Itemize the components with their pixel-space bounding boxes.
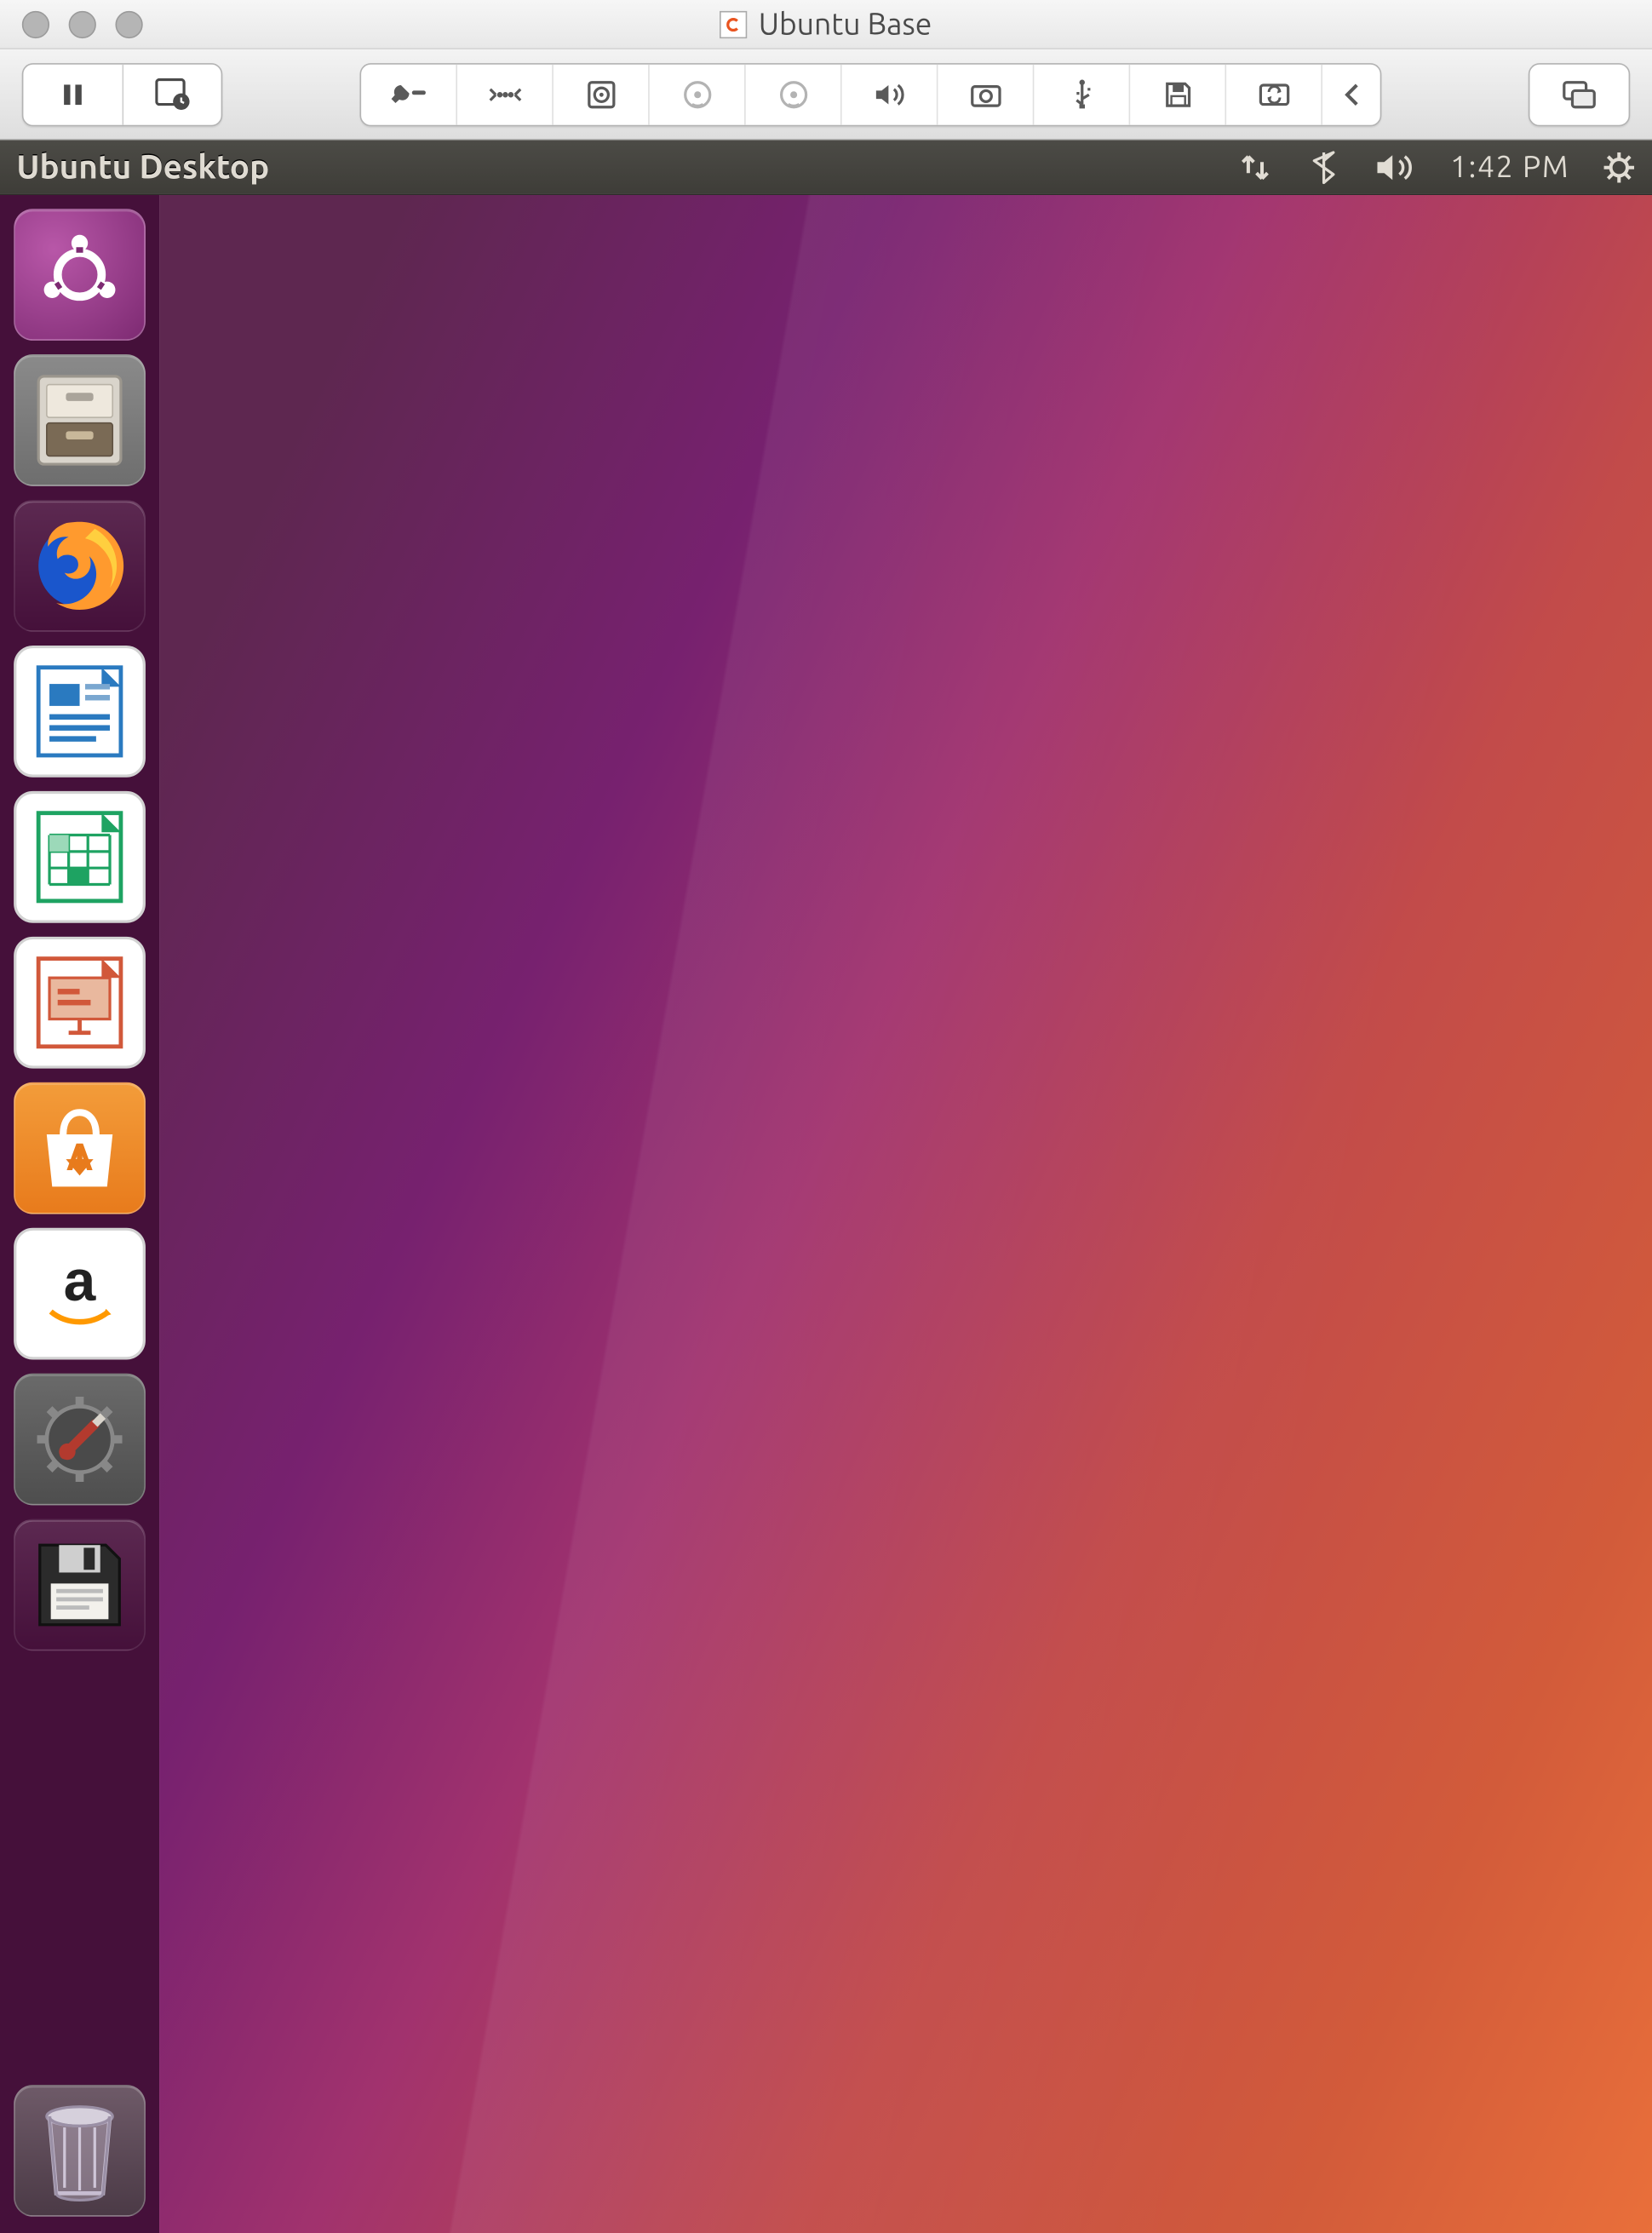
chevron-left-icon bbox=[1342, 82, 1362, 106]
vm-toolbar bbox=[0, 49, 1652, 140]
session-indicator[interactable] bbox=[1600, 147, 1638, 186]
indicator-area: 1:42 PM bbox=[1236, 147, 1638, 186]
vm-title-text: Ubuntu Base bbox=[759, 7, 932, 41]
bluetooth-indicator[interactable] bbox=[1305, 147, 1343, 186]
sound-icon bbox=[873, 80, 906, 107]
launcher-software[interactable]: A bbox=[14, 1082, 146, 1214]
window-controls bbox=[0, 10, 143, 37]
cd-icon bbox=[682, 79, 712, 109]
launcher-floppy[interactable] bbox=[14, 1519, 146, 1651]
writer-icon bbox=[25, 657, 135, 766]
clock-indicator[interactable]: 1:42 PM bbox=[1450, 150, 1569, 184]
vm-cd2-button[interactable] bbox=[746, 64, 842, 124]
wrench-icon bbox=[389, 79, 427, 109]
network-indicator[interactable] bbox=[1236, 147, 1274, 186]
unity-launcher: A a bbox=[0, 195, 159, 2233]
vm-collapse-button[interactable] bbox=[1322, 64, 1380, 124]
desktop-wallpaper[interactable] bbox=[159, 195, 1652, 2233]
ubuntu-top-panel: Ubuntu Desktop 1:42 PM bbox=[0, 140, 1652, 195]
launcher-calc[interactable] bbox=[14, 791, 146, 923]
network-icon bbox=[487, 80, 523, 107]
vm-window-title: Ubuntu Base bbox=[0, 7, 1652, 41]
calc-icon bbox=[25, 802, 135, 912]
harddisk-icon bbox=[586, 79, 616, 109]
snapshot-vm-button[interactable] bbox=[123, 64, 221, 124]
vm-settings-button[interactable] bbox=[361, 64, 457, 124]
launcher-dash[interactable] bbox=[14, 209, 146, 341]
shopping-bag-icon: A bbox=[30, 1099, 129, 1197]
ubuntu-logo-icon bbox=[32, 227, 128, 323]
vm-titlebar: Ubuntu Base bbox=[0, 0, 1652, 49]
firefox-icon bbox=[23, 509, 135, 622]
trash-icon bbox=[34, 2097, 124, 2204]
launcher-amazon[interactable]: a bbox=[14, 1228, 146, 1360]
vm-sound-button[interactable] bbox=[842, 64, 938, 124]
minimize-window-icon[interactable] bbox=[69, 10, 96, 37]
launcher-impress[interactable] bbox=[14, 937, 146, 1069]
guest-desktop: A a bbox=[0, 195, 1652, 2233]
vm-network-button[interactable] bbox=[457, 64, 554, 124]
settings-icon bbox=[26, 1386, 134, 1493]
amazon-icon: a bbox=[32, 1246, 128, 1342]
launcher-firefox[interactable] bbox=[14, 500, 146, 632]
camera-icon bbox=[969, 80, 1002, 107]
cd-icon bbox=[778, 79, 808, 109]
gear-icon bbox=[1601, 149, 1637, 185]
vm-fullscreen-button[interactable] bbox=[1529, 64, 1628, 124]
sync-icon bbox=[1257, 80, 1290, 107]
pause-icon bbox=[58, 79, 88, 109]
vm-harddisk-button[interactable] bbox=[554, 64, 650, 124]
snapshot-icon bbox=[154, 77, 190, 111]
sound-indicator[interactable] bbox=[1374, 147, 1420, 186]
svg-text:a: a bbox=[64, 1249, 97, 1313]
file-cabinet-icon bbox=[27, 368, 132, 473]
vm-usb-button[interactable] bbox=[1034, 64, 1130, 124]
launcher-writer[interactable] bbox=[14, 646, 146, 778]
vm-camera-button[interactable] bbox=[938, 64, 1034, 124]
volume-icon bbox=[1374, 151, 1419, 184]
launcher-files[interactable] bbox=[14, 354, 146, 486]
launcher-trash[interactable] bbox=[14, 2085, 146, 2217]
close-window-icon[interactable] bbox=[22, 10, 49, 37]
active-window-title: Ubuntu Desktop bbox=[16, 148, 269, 186]
vm-view-controls bbox=[1529, 62, 1630, 125]
floppy-disk-icon bbox=[29, 1534, 130, 1635]
launcher-settings[interactable] bbox=[14, 1374, 146, 1506]
vm-floppy-button[interactable] bbox=[1130, 64, 1226, 124]
fullscreen-icon bbox=[1562, 79, 1598, 109]
vm-device-toolbar bbox=[360, 62, 1382, 125]
vm-control-group bbox=[22, 62, 222, 125]
vm-cd1-button[interactable] bbox=[650, 64, 746, 124]
usb-icon bbox=[1068, 79, 1095, 109]
floppy-icon bbox=[1162, 79, 1192, 109]
bluetooth-icon bbox=[1311, 149, 1336, 185]
vm-shared-button[interactable] bbox=[1226, 64, 1322, 124]
svg-text:A: A bbox=[66, 1135, 94, 1179]
network-updown-icon bbox=[1237, 151, 1273, 184]
vm-app-icon bbox=[720, 10, 748, 37]
impress-icon bbox=[25, 948, 135, 1058]
pause-vm-button[interactable] bbox=[23, 64, 122, 124]
zoom-window-icon[interactable] bbox=[115, 10, 142, 37]
